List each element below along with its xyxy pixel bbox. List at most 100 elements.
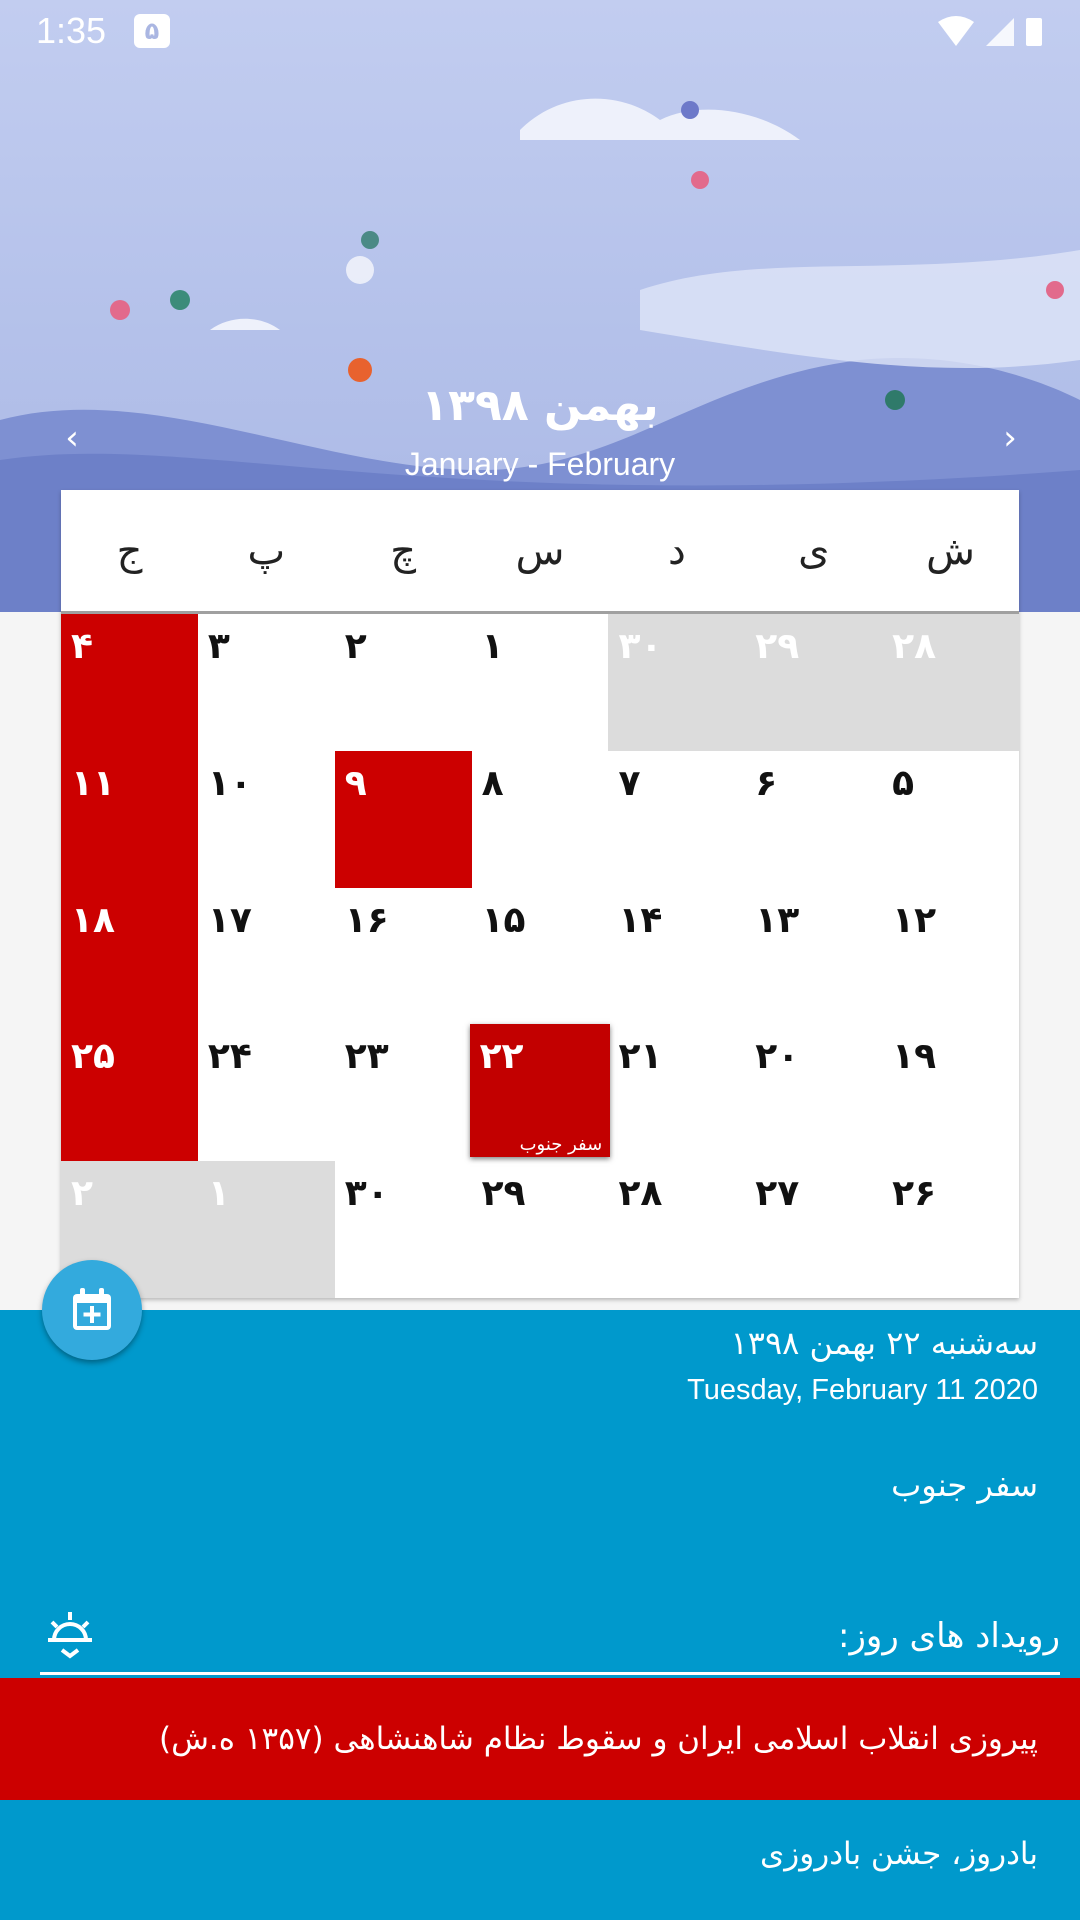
day-number: ۱۵ — [481, 899, 526, 941]
day-cell[interactable]: ۱۹ — [882, 1024, 1019, 1161]
day-number: ۲۸ — [618, 1173, 663, 1215]
day-cell[interactable]: ۵ — [882, 751, 1019, 888]
day-cell[interactable]: ۸ — [472, 751, 609, 888]
day-cell[interactable]: ۳۰ — [608, 614, 746, 751]
status-bar: 1:35 ۵ — [0, 0, 1080, 64]
day-cell[interactable]: ۳ — [198, 614, 335, 751]
next-month-button[interactable]: › — [990, 418, 1030, 458]
day-cell[interactable]: ۲۴ — [198, 1024, 335, 1161]
day-cell[interactable]: ۱۱ — [61, 750, 198, 888]
day-number: ۱۳ — [755, 899, 800, 941]
day-number: ۲ — [344, 626, 367, 667]
notification-icon: ۵ — [134, 14, 170, 48]
day-number: ۳۰ — [618, 626, 663, 667]
event-item: بادروز، جشن بادروزی — [760, 1836, 1038, 1872]
weekday-label: پ — [247, 527, 286, 574]
day-number: ۵ — [892, 762, 915, 804]
day-number: ۱۴ — [618, 899, 663, 941]
day-number: ۲۲ — [479, 1036, 524, 1078]
day-cell[interactable]: ۲۸ — [608, 1161, 745, 1298]
day-number: ۸ — [481, 762, 504, 804]
calendar-card: ش ی د س چ پ ج ۲۸ ۲۹ ۳۰ ۱ ۲ ۳ ۴ ۵ ۶ ۷ ۸ ۹ ۱۰ ۱۱ ۱۲ ۱۳ ۱۴ ۱… — [61, 490, 1019, 1298]
signal-icon — [986, 18, 1014, 46]
day-number: ۳۰ — [344, 1173, 389, 1215]
day-cell[interactable]: ۲۶ — [882, 1161, 1019, 1298]
day-number: ۲۰ — [755, 1036, 800, 1078]
selected-date-gregorian: Tuesday, February 11 2020 — [687, 1374, 1038, 1406]
day-cell[interactable]: ۶ — [745, 751, 882, 888]
day-cell[interactable]: ۲۹ — [745, 614, 883, 751]
day-number: ۲۸ — [892, 626, 937, 667]
status-time: 1:35 — [36, 10, 107, 51]
day-number: ۷ — [618, 762, 641, 804]
day-note[interactable]: سفر جنوب — [891, 1466, 1038, 1504]
day-number: ۲۱ — [618, 1036, 663, 1078]
day-cell[interactable]: ۲۰ — [745, 1024, 882, 1161]
day-cell[interactable]: ۱۸ — [61, 887, 198, 1025]
weekday-label: س — [515, 527, 565, 574]
day-grid: ۲۸ ۲۹ ۳۰ ۱ ۲ ۳ ۴ ۵ ۶ ۷ ۸ ۹ ۱۰ ۱۱ ۱۲ ۱۳ ۱۴ ۱۵ ۱۶ ۱۷ ۱۸ ۱۹ ۲۰ ۲۱ ۲… — [61, 614, 1019, 1298]
day-cell[interactable]: ۱۴ — [608, 888, 745, 1025]
month-subtitle: January - February — [404, 446, 676, 482]
day-cell[interactable]: ۲۸ — [882, 614, 1019, 751]
day-number: ۲۹ — [755, 626, 800, 667]
day-number: ۱۲ — [892, 899, 937, 941]
weekday-label: ش — [926, 527, 975, 574]
day-number: ۴ — [71, 626, 93, 667]
day-cell[interactable]: ۲۵ — [61, 1024, 198, 1162]
day-number: ۲۶ — [892, 1173, 937, 1215]
status-icons — [936, 14, 1046, 54]
day-cell[interactable]: ۲۷ — [745, 1161, 882, 1298]
day-number: ۱۰ — [207, 762, 252, 804]
weekday-label: چ — [390, 527, 417, 574]
holiday-event-item: پیروزی انقلاب اسلامی ایران و سقوط نظام ش… — [0, 1678, 1080, 1800]
wifi-icon — [938, 16, 974, 46]
day-number: ۹ — [344, 762, 367, 804]
day-cell[interactable]: ۱ — [472, 614, 609, 751]
day-number: ۲۵ — [71, 1036, 115, 1078]
day-number: ۲۷ — [755, 1173, 800, 1215]
events-title: رویداد های روز: — [838, 1616, 1060, 1656]
day-number: ۱ — [481, 626, 504, 667]
day-cell[interactable]: ۱۰ — [198, 751, 335, 888]
weekday-header: ش ی د س چ پ ج — [61, 490, 1019, 614]
weekday-label: د — [667, 527, 686, 574]
day-number: ۱۹ — [892, 1036, 937, 1078]
day-cell[interactable]: ۲ — [335, 614, 472, 751]
day-cell[interactable]: ۱۳ — [745, 888, 882, 1025]
weekday-label: ج — [116, 527, 143, 574]
selected-date-persian: سه‌شنبه ۲۲ بهمن ۱۳۹۸ — [730, 1324, 1038, 1362]
day-cell[interactable]: ۲۲ سفر جنوب — [469, 1024, 611, 1158]
weekday-label: ی — [798, 527, 830, 574]
day-cell[interactable]: ۴ — [61, 614, 198, 751]
day-number: ۲۹ — [481, 1173, 526, 1215]
day-number: ۲۳ — [344, 1036, 389, 1078]
battery-icon — [1026, 18, 1042, 46]
day-cell[interactable]: ۷ — [608, 751, 745, 888]
day-cell[interactable]: ۱ — [197, 1161, 335, 1298]
day-event-label: سفر جنوب — [519, 1134, 603, 1156]
day-number: ۲ — [71, 1173, 93, 1215]
day-cell[interactable]: ۲۱ — [608, 1024, 745, 1161]
calendar-add-icon — [73, 1288, 111, 1330]
day-number: ۱۱ — [71, 762, 115, 804]
day-cell[interactable]: ۱۲ — [882, 888, 1019, 1025]
day-number: ۲۴ — [207, 1036, 252, 1078]
day-cell[interactable]: ۲۹ — [472, 1161, 609, 1298]
day-cell[interactable]: ۲۳ — [335, 1024, 472, 1161]
day-cell[interactable]: ۳۰ — [335, 1161, 472, 1298]
day-cell[interactable]: ۹ — [334, 750, 472, 888]
sunrise-icon[interactable] — [44, 1608, 96, 1660]
day-number: ۳ — [207, 626, 230, 667]
day-details-panel: سه‌شنبه ۲۲ بهمن ۱۳۹۸ Tuesday, February 1… — [0, 1310, 1080, 1920]
day-cell[interactable]: ۱۶ — [335, 888, 472, 1025]
day-number: ۱۷ — [207, 899, 252, 941]
day-number: ۱ — [207, 1173, 230, 1215]
day-cell[interactable]: ۱۵ — [472, 888, 609, 1025]
events-divider — [40, 1672, 1060, 1675]
day-cell[interactable]: ۱۷ — [198, 888, 335, 1025]
add-event-button[interactable] — [42, 1260, 142, 1360]
month-title: بهمن ۱۳۹۸ — [421, 380, 659, 431]
day-number: ۱۸ — [71, 899, 115, 941]
prev-month-button[interactable]: ‹ — [52, 418, 92, 458]
